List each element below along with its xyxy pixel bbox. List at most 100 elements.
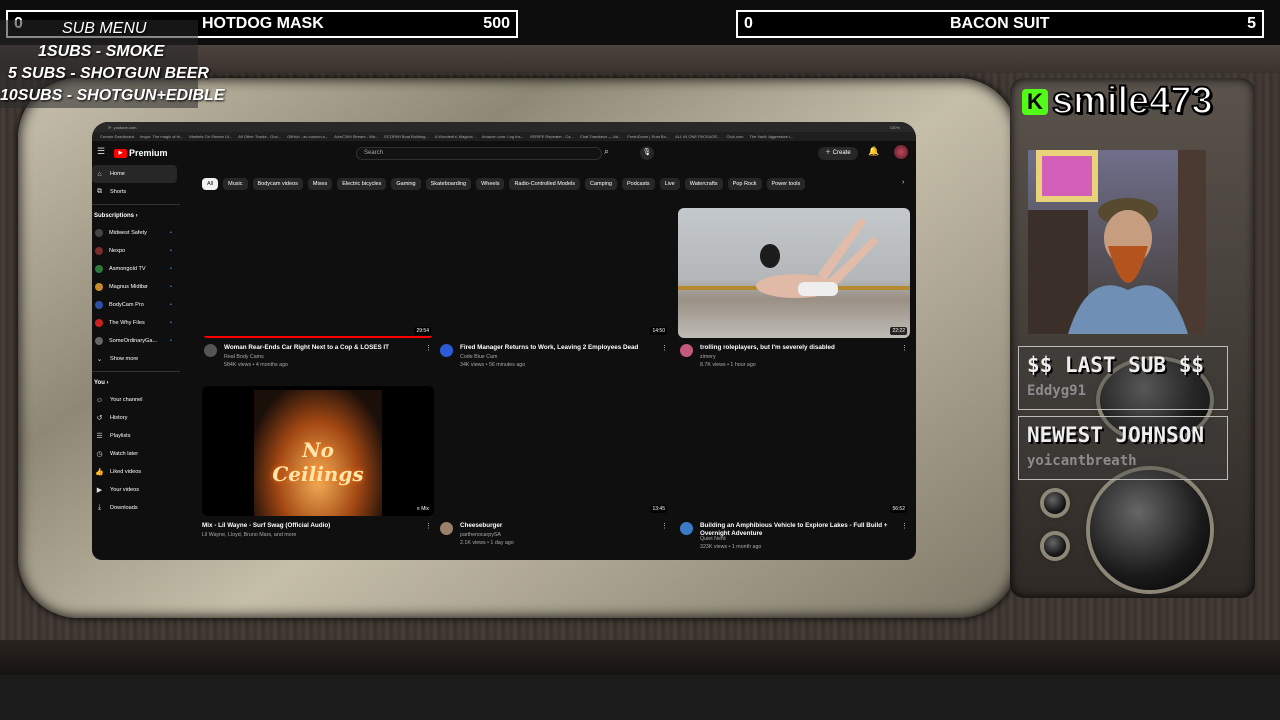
video-channel[interactable]: Real Body Cams xyxy=(224,354,264,360)
filter-chip[interactable]: Camping xyxy=(584,178,617,190)
bookmark-item[interactable]: GitHub - ac-custom-s... xyxy=(287,134,328,139)
bookmark-item[interactable]: ECORWI Boat Building... xyxy=(384,134,428,139)
sidebar-item-you[interactable]: ◷ Watch later xyxy=(92,445,184,463)
channel-avatar[interactable] xyxy=(440,522,453,535)
video-thumbnail[interactable]: 14:50 xyxy=(438,208,670,338)
channel-avatar[interactable] xyxy=(680,344,693,357)
filter-chip[interactable]: All xyxy=(202,178,219,190)
youtube-logo[interactable]: ▶ Premium xyxy=(114,148,168,158)
more-options-icon[interactable]: ⋮ xyxy=(425,522,432,530)
video-thumbnail[interactable]: 22:22 xyxy=(678,208,910,338)
filter-chip[interactable]: Gaming xyxy=(391,178,421,190)
video-card[interactable]: 29:54 Woman Rear-Ends Car Right Next to … xyxy=(202,208,434,368)
video-thumbnail[interactable]: 13:45 xyxy=(438,386,670,516)
video-thumbnail[interactable]: 56:52 xyxy=(678,386,910,516)
bookmark-item[interactable]: Club.com xyxy=(727,134,744,139)
sidebar-item-you[interactable]: 👍 Liked videos xyxy=(92,463,184,481)
video-title[interactable]: Cheeseburger xyxy=(460,522,656,530)
video-card[interactable]: 13:45 Cheeseburger parthenocarpySA 2.1K … xyxy=(438,386,670,546)
video-card[interactable]: 56:52 Building an Amphibious Vehicle to … xyxy=(678,386,910,550)
create-button[interactable]: ＋ Create xyxy=(818,147,858,160)
sidebar-item-you[interactable]: ↺ History xyxy=(92,409,184,427)
notifications-bell-icon[interactable]: 🔔 xyxy=(868,146,879,157)
channel-avatar[interactable] xyxy=(680,522,693,535)
video-channel[interactable]: Code Blue Cam xyxy=(460,354,497,360)
bookmark-item[interactable]: Imgur: The magic of th... xyxy=(140,134,183,139)
you-heading[interactable]: You › xyxy=(92,375,184,391)
video-channel[interactable]: Lil Wayne, Lloyd, Bruno Mars, and more xyxy=(202,532,296,538)
video-title[interactable]: Fired Manager Returns to Work, Leaving 2… xyxy=(460,344,656,352)
channel-avatar[interactable] xyxy=(440,344,453,357)
microphone-icon[interactable]: 🎙 xyxy=(640,146,654,160)
more-options-icon[interactable]: ⋮ xyxy=(901,344,908,352)
account-avatar[interactable] xyxy=(894,145,908,159)
sidebar-item-subscription[interactable]: Nexpo • xyxy=(92,242,184,260)
sidebar-item-subscription[interactable]: SomeOrdinaryGa... • xyxy=(92,332,184,350)
bookmark-item[interactable]: VERIFE Repeater - Ca... xyxy=(530,134,574,139)
video-title[interactable]: Building an Amphibious Vehicle to Explor… xyxy=(700,522,896,538)
more-options-icon[interactable]: ⋮ xyxy=(425,344,432,352)
filter-chip[interactable]: Watercrafts xyxy=(684,178,723,190)
sidebar-item-subscription[interactable]: Asmongold TV • xyxy=(92,260,184,278)
bookmark-item[interactable]: AixeC399 Stream - Wa... xyxy=(334,134,378,139)
video-channel[interactable]: parthenocarpySA xyxy=(460,532,501,538)
sidebar-item-you[interactable]: ☰ Playlists xyxy=(92,427,184,445)
more-options-icon[interactable]: ⋮ xyxy=(901,522,908,530)
show-more-button[interactable]: ⌄ Show more xyxy=(92,350,184,368)
filter-chip[interactable]: Pop Rock xyxy=(727,178,762,190)
sidebar-item-you[interactable]: ⤓ Downloads xyxy=(92,499,184,517)
more-options-icon[interactable]: ⋮ xyxy=(661,344,668,352)
filter-chip[interactable]: Music xyxy=(223,178,248,190)
sidebar-item-subscription[interactable]: Magnus Midtbø • xyxy=(92,278,184,296)
channel-avatar[interactable] xyxy=(204,344,217,357)
sidebar-item-shorts[interactable]: ⧉ Shorts xyxy=(92,183,184,201)
sidebar-item-label: Asmongold TV xyxy=(109,266,146,272)
filter-chip[interactable]: Radio-Controlled Models xyxy=(509,178,580,190)
bookmark-item[interactable]: A Wonderful, Magical... xyxy=(435,134,476,139)
bookmark-item[interactable]: ALL IN ONE PACKAGE... xyxy=(675,134,720,139)
sidebar-item-you[interactable]: ▶ Your videos xyxy=(92,481,184,499)
bookmark-item[interactable]: FreshDoom | Rust Bo... xyxy=(627,134,669,139)
hamburger-icon[interactable]: ☰ xyxy=(97,146,105,157)
bookmark-item[interactable]: The Vault: Aggressive l... xyxy=(749,134,793,139)
sidebar-item-subscription[interactable]: Midwest Safety • xyxy=(92,224,184,242)
search-input[interactable]: Search xyxy=(356,147,602,160)
sidebar-item-you[interactable]: ☺ Your channel xyxy=(92,391,184,409)
more-options-icon[interactable]: ⋮ xyxy=(661,522,668,530)
video-thumbnail[interactable]: 29:54 xyxy=(202,208,434,338)
bookmark-item[interactable]: All Other Tracks - Goo... xyxy=(238,134,281,139)
sidebar-item-subscription[interactable]: The Why Files • xyxy=(92,314,184,332)
video-thumbnail[interactable]: No Ceilings ≡ Mix xyxy=(202,386,434,516)
filter-chip[interactable]: Power tools xyxy=(766,178,806,190)
browser-url[interactable]: youtube.com xyxy=(114,125,137,130)
filter-chip[interactable]: Bodycam videos xyxy=(252,178,303,190)
subscriptions-heading[interactable]: Subscriptions › xyxy=(92,208,184,224)
video-channel[interactable]: Quiet Nerd xyxy=(700,536,726,542)
filter-chip[interactable]: Wheels xyxy=(476,178,505,190)
video-card[interactable]: 14:50 Fired Manager Returns to Work, Lea… xyxy=(438,208,670,368)
video-card[interactable]: No Ceilings ≡ Mix Mix - Lil Wayne - Surf… xyxy=(202,386,434,546)
bookmark-item[interactable]: Chat Translator — Ad... xyxy=(580,134,622,139)
bookmark-item[interactable]: Creator Dashboard xyxy=(100,134,134,139)
bookmark-item[interactable]: Markets On Stream Ui... xyxy=(189,134,232,139)
video-title[interactable]: trolling roleplayers, but I'm severely d… xyxy=(700,344,896,352)
filter-chip[interactable]: Electric bicycles xyxy=(337,178,387,190)
video-card[interactable]: 22:22 trolling roleplayers, but I'm seve… xyxy=(678,208,910,368)
video-title[interactable]: Woman Rear-Ends Car Right Next to a Cop … xyxy=(224,344,420,352)
channel-avatar xyxy=(95,319,103,327)
filter-chip[interactable]: Live xyxy=(659,178,680,190)
video-title[interactable]: Mix - Lil Wayne - Surf Swag (Official Au… xyxy=(202,522,398,530)
filter-chip[interactable]: Mixes xyxy=(307,178,333,190)
filter-chip[interactable]: Skateboarding xyxy=(425,178,472,190)
filter-chip[interactable]: Podcasts xyxy=(622,178,655,190)
browser-address-bar[interactable]: ⟳ youtube.com 150% xyxy=(92,122,916,132)
sub-menu-title: SUB MENU xyxy=(62,20,147,37)
subscriptions-list: Midwest Safety • Nexpo • Asmongold TV • Magnus… xyxy=(92,224,184,350)
sidebar-item-subscription[interactable]: BodyCam Pro • xyxy=(92,296,184,314)
video-channel[interactable]: zimery xyxy=(700,354,716,360)
search-icon[interactable]: ⌕ xyxy=(604,146,609,157)
sidebar-item-home[interactable]: ⌂ Home xyxy=(92,165,177,183)
browser-zoom[interactable]: 150% xyxy=(890,125,900,130)
bookmark-item[interactable]: Amazon.com: Log Ins... xyxy=(482,134,524,139)
chevron-right-icon[interactable]: › xyxy=(902,179,904,186)
